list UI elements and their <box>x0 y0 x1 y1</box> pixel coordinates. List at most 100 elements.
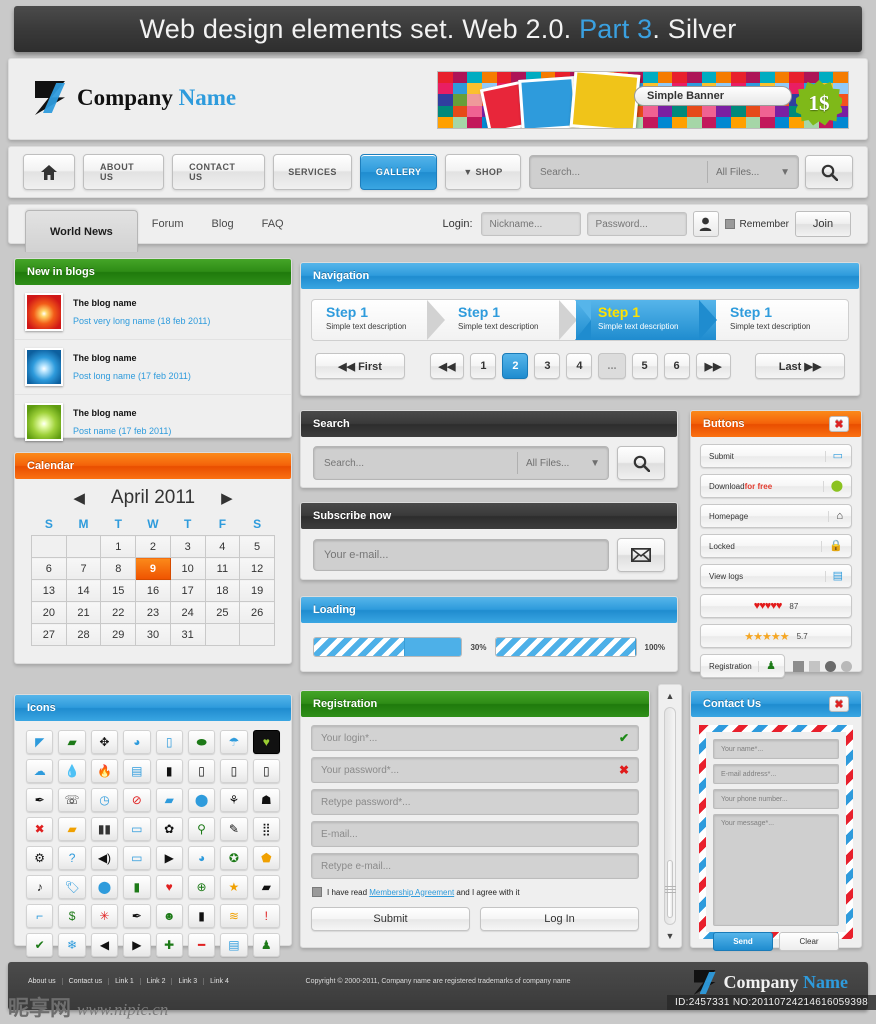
nav-search-input[interactable] <box>530 166 707 178</box>
save-icon[interactable]: ▤ <box>220 933 248 957</box>
tag-icon[interactable]: 🏷 <box>58 875 86 899</box>
scrollbar-track[interactable] <box>664 707 676 925</box>
list-icon[interactable]: ▤ <box>123 759 151 783</box>
nav-item-shop[interactable]: ▼ SHOP <box>445 154 521 190</box>
calendar-day[interactable]: 12 <box>239 557 275 580</box>
calendar-day[interactable]: 7 <box>65 557 102 580</box>
tablet-icon[interactable]: ▯ <box>252 759 280 783</box>
play-icon[interactable]: ▶ <box>155 846 183 870</box>
registration-field-3[interactable]: Retype password*... <box>311 789 639 815</box>
expand-icon[interactable]: ⣿ <box>252 817 280 841</box>
download-button[interactable]: Download for free ⬤ <box>700 474 852 498</box>
step-1[interactable]: Step 1 Simple text description <box>312 300 445 340</box>
alert-icon[interactable]: ! <box>252 904 280 928</box>
clear-button[interactable]: Clear <box>779 932 839 951</box>
pager-page-1[interactable]: 1 <box>470 353 497 379</box>
calendar-day[interactable]: 13 <box>31 579 67 602</box>
battery-icon[interactable]: ▮ <box>155 759 183 783</box>
calendar-day[interactable]: 19 <box>239 579 275 602</box>
forbidden-icon[interactable]: ⊘ <box>123 788 151 812</box>
scroll-up-icon[interactable]: ▲ <box>662 688 678 704</box>
tab-faq[interactable]: FAQ <box>248 205 298 243</box>
volume-icon[interactable]: ◀) <box>90 846 119 870</box>
registration-field-2[interactable]: Your password*... ✖ <box>311 757 639 783</box>
arrow-left-icon[interactable]: ◀ <box>90 933 119 957</box>
music-icon[interactable]: ♪ <box>26 875 54 899</box>
umbrella-icon[interactable]: ☂ <box>220 730 248 754</box>
step-3[interactable]: Step 1 Simple text description <box>575 300 717 340</box>
pager-page-3[interactable]: 3 <box>534 353 561 379</box>
calendar-day[interactable]: 17 <box>169 579 206 602</box>
blog-post-link[interactable]: Post name (17 feb 2011) <box>73 426 171 436</box>
step-2[interactable]: Step 1 Simple text description <box>444 300 577 340</box>
nav-search-filter[interactable]: All Files... ▼ <box>708 167 798 178</box>
video-icon[interactable]: ▰ <box>252 875 280 899</box>
nav-search-box[interactable]: All Files...▼ <box>529 155 799 189</box>
bookmark-icon[interactable]: ⌐ <box>26 904 54 928</box>
phone-icon[interactable]: ▯ <box>155 730 183 754</box>
ribbon-icon[interactable]: ⚘ <box>220 788 248 812</box>
password-input[interactable] <box>586 212 687 236</box>
calendar-day[interactable]: 16 <box>135 579 171 602</box>
minus-icon[interactable]: ━ <box>187 933 216 957</box>
calendar-day[interactable]: 21 <box>65 601 102 624</box>
join-button[interactable]: Join <box>795 211 851 237</box>
close-icon[interactable]: ✖ <box>829 416 849 432</box>
locked-button[interactable]: Locked 🔒 <box>700 534 852 558</box>
hearts-rating[interactable]: ♥♥♥♥♥ 87 <box>700 594 852 618</box>
blog-post-link[interactable]: Post very long name (18 feb 2011) <box>73 316 210 326</box>
list-item[interactable]: The blog name Post very long name (18 feb… <box>15 285 291 340</box>
pager-page-4[interactable]: 4 <box>566 353 593 379</box>
calendar-day[interactable]: 1 <box>100 535 137 558</box>
swatch-dark-circle[interactable] <box>825 660 836 672</box>
checkbox-box[interactable] <box>312 887 322 897</box>
contact-message-textarea[interactable]: Your message*... <box>713 814 839 926</box>
clock-icon[interactable]: ◷ <box>90 788 119 812</box>
search-panel-button[interactable] <box>617 446 665 480</box>
calendar-day[interactable]: 11 <box>204 557 241 580</box>
step-4[interactable]: Step 1 Simple text description <box>716 300 848 340</box>
calendar-day[interactable]: 3 <box>169 535 206 558</box>
search-panel-box[interactable]: All Files...▼ <box>313 446 609 480</box>
pager-page-2[interactable]: 2 <box>502 353 529 379</box>
pushpin-icon[interactable]: ☗ <box>252 788 280 812</box>
swatch-light-square[interactable] <box>809 660 820 672</box>
registration-field-5[interactable]: Retype e-mail... <box>311 853 639 879</box>
calendar-day[interactable]: 28 <box>65 623 102 646</box>
calendar-day[interactable]: 31 <box>169 623 206 646</box>
card-icon[interactable]: ▭ <box>123 846 151 870</box>
clipboard-icon[interactable]: ▮ <box>187 904 216 928</box>
nav-item-services[interactable]: SERVICES <box>272 154 353 190</box>
calendar-day[interactable]: 24 <box>169 601 206 624</box>
calendar-day[interactable]: 20 <box>31 601 67 624</box>
swatch-light-circle[interactable] <box>841 660 852 672</box>
gear-icon[interactable]: ✿ <box>155 817 183 841</box>
stars-rating[interactable]: ★★★★★ 5.7 <box>700 624 852 648</box>
calendar-day[interactable]: 4 <box>204 535 241 558</box>
membership-agreement-link[interactable]: Membership Agreement <box>369 888 454 897</box>
briefcase-icon[interactable]: ▰ <box>155 788 183 812</box>
check-icon[interactable]: ✔ <box>26 933 54 957</box>
pager-page-...[interactable]: ... <box>598 353 626 379</box>
calendar-day[interactable]: 9 <box>135 557 171 580</box>
arrow-right-icon[interactable]: ▶ <box>123 933 151 957</box>
pager-page-5[interactable]: 5 <box>631 353 658 379</box>
vertical-scrollbar[interactable]: ▲ ▼ <box>658 684 682 948</box>
flag-icon[interactable]: ◤ <box>26 730 54 754</box>
calendar-day[interactable]: 22 <box>100 601 137 624</box>
swatch-dark-square[interactable] <box>793 660 804 672</box>
close-icon[interactable]: ✖ <box>26 817 54 841</box>
mobile-icon[interactable]: ▯ <box>220 759 248 783</box>
folder-icon[interactable]: ▰ <box>58 730 86 754</box>
footer-logo[interactable]: Company Name <box>693 970 848 995</box>
agreement-checkbox[interactable]: I have read Membership Agreement and I a… <box>311 885 639 897</box>
bar-chart-icon[interactable]: ▮ <box>123 875 151 899</box>
rss-icon[interactable]: ≋ <box>220 904 248 928</box>
registration-field-1[interactable]: Your login*... ✔ <box>311 725 639 751</box>
nav-home-button[interactable] <box>23 154 75 190</box>
scrollbar-thumb[interactable] <box>664 860 676 918</box>
calendar-day[interactable]: 14 <box>65 579 102 602</box>
sliders-icon[interactable]: ⚙ <box>26 846 54 870</box>
paw-icon[interactable]: ✥ <box>90 730 119 754</box>
search-panel-filter[interactable]: All Files... ▼ <box>518 458 608 469</box>
